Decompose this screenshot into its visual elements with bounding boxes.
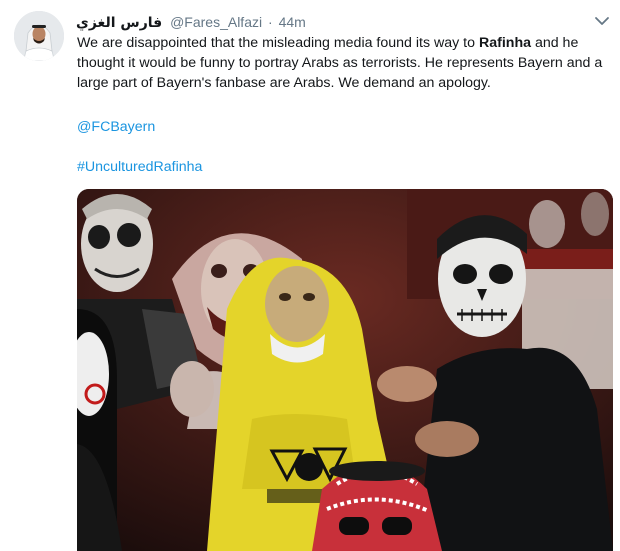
tweet-text-part1: We are disappointed that the misleading … — [77, 35, 479, 51]
tweet-photo[interactable] — [77, 189, 613, 551]
avatar[interactable] — [14, 11, 64, 61]
hashtag-link[interactable]: #UnculturedRafinha — [77, 157, 202, 177]
mention-link[interactable]: @FCBayern — [77, 117, 155, 137]
chevron-down-icon — [595, 17, 609, 25]
display-name[interactable]: فارس الغزي — [76, 15, 162, 31]
tweet-header: فارس الغزي @Fares_Alfazi · 44m — [76, 12, 306, 32]
tweet: فارس الغزي @Fares_Alfazi · 44m We are di… — [0, 0, 620, 551]
separator-dot: · — [268, 14, 273, 30]
tweet-text: We are disappointed that the misleading … — [77, 33, 607, 93]
photo-halloween-costumes — [77, 189, 613, 551]
avatar-image — [14, 11, 64, 61]
tweet-text-bold: Rafinha — [478, 35, 531, 51]
timestamp[interactable]: 44m — [279, 14, 306, 30]
user-handle[interactable]: @Fares_Alfazi — [170, 14, 262, 30]
tweet-menu-button[interactable] — [594, 14, 610, 28]
